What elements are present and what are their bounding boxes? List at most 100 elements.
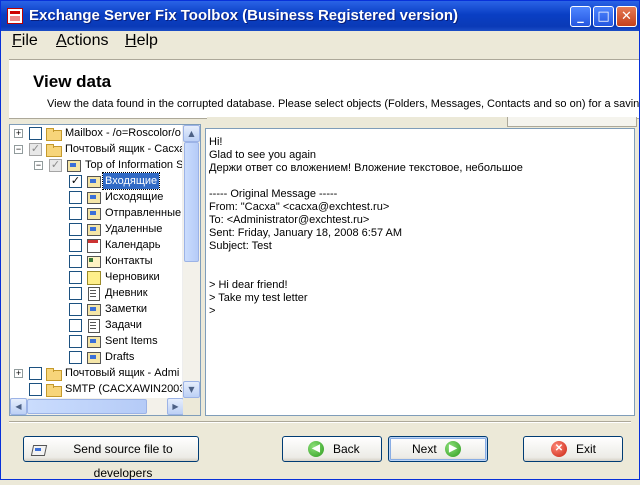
tree-checkbox[interactable] (69, 191, 82, 204)
tree-node-label: Задачи (105, 319, 142, 331)
message-line: Sent: Friday, January 18, 2008 6:57 AM (209, 227, 403, 239)
scroll-thumb[interactable] (184, 142, 199, 262)
message-line: From: "Сасха" <сасха@exchtest.ru> (209, 201, 390, 213)
tree-node-label: Контакты (105, 255, 153, 267)
tree-node-smtp[interactable]: SMTP (CACXAWIN2003- (10, 381, 184, 397)
collapse-icon[interactable]: − (34, 161, 43, 170)
minimize-button[interactable]: _ (570, 6, 591, 27)
tree-node-outbox[interactable]: Исходящие (10, 189, 184, 205)
back-button[interactable]: ◀ Back (282, 436, 382, 462)
message-line: Hi! (209, 136, 223, 148)
scroll-right-icon[interactable]: ▶ (167, 398, 184, 415)
close-button[interactable]: ✕ (616, 6, 637, 27)
tree-node-mailbox-admin[interactable]: + Почтовый ящик - Admi (10, 365, 184, 381)
tree-node-sent-items[interactable]: Sent Items (10, 333, 184, 349)
tree-checkbox[interactable] (69, 319, 82, 332)
expand-icon[interactable]: + (14, 369, 23, 378)
tree-checkbox[interactable] (69, 207, 82, 220)
mailbox-icon (65, 157, 81, 173)
tree-checkbox[interactable] (69, 303, 82, 316)
collapse-icon[interactable]: − (14, 145, 23, 154)
scroll-thumb[interactable] (27, 399, 147, 414)
menu-help[interactable]: Help (125, 32, 158, 50)
tree-checkbox[interactable] (69, 239, 82, 252)
tree-node-mailbox-roscolor[interactable]: + Mailbox - /o=Roscolor/o (10, 125, 184, 141)
exit-button[interactable]: ✕ Exit (523, 436, 623, 462)
inbox-icon (85, 173, 101, 189)
tree-node-inbox[interactable]: ✓ Входящие (10, 172, 184, 190)
notes-folder-icon (85, 301, 101, 317)
tree-checkbox[interactable] (29, 367, 42, 380)
maximize-button[interactable]: □ (593, 6, 614, 27)
folder-tree[interactable]: + Mailbox - /o=Roscolor/o − ✓ Почтовый я… (9, 124, 201, 416)
title-bar[interactable]: Exchange Server Fix Toolbox (Business Re… (1, 1, 639, 31)
tree-node-calendar[interactable]: Календарь (10, 237, 184, 253)
tree-node-deleted[interactable]: Удаленные (10, 221, 184, 237)
message-line: Glad to see you again (209, 149, 317, 161)
send-source-label: Send source file to developers (73, 442, 173, 480)
viewer-header-strip (207, 117, 637, 128)
scroll-corner (183, 398, 200, 415)
arrow-right-icon: ▶ (445, 441, 461, 457)
calendar-icon (85, 237, 101, 253)
tree-node-journal[interactable]: Дневник (10, 285, 184, 301)
outbox-icon (85, 189, 101, 205)
expand-icon[interactable]: + (14, 129, 23, 138)
next-label: Next (412, 442, 437, 456)
tree-vertical-scrollbar[interactable]: ▲ ▼ (182, 125, 200, 398)
tree-checkbox[interactable] (29, 383, 42, 396)
tree-checkbox[interactable]: ✓ (69, 175, 82, 188)
tree-node-label: Исходящие (105, 191, 164, 203)
tree-node-label: Mailbox - /o=Roscolor/o (65, 127, 181, 139)
tree-checkbox[interactable] (29, 127, 42, 140)
tree-node-mailbox-sasha[interactable]: − ✓ Почтовый ящик - Сасха (10, 141, 184, 157)
app-icon (7, 8, 23, 24)
tree-node-label: Drafts (105, 351, 135, 363)
tree-node-label: Заметки (105, 303, 148, 315)
footer-divider (9, 421, 631, 423)
tree-node-label: Входящие (101, 172, 161, 190)
drafts-icon (85, 349, 101, 365)
menu-file[interactable]: File (12, 32, 38, 50)
tree-node-tasks[interactable]: Задачи (10, 317, 184, 333)
scroll-up-icon[interactable]: ▲ (183, 125, 200, 142)
exit-icon: ✕ (551, 441, 567, 457)
tree-content: + Mailbox - /o=Roscolor/o − ✓ Почтовый я… (10, 125, 184, 398)
tree-checkbox[interactable] (69, 271, 82, 284)
tree-node-label: Отправленные (105, 207, 182, 219)
tree-node-label: Почтовый ящик - Admi (65, 367, 180, 379)
folder-icon (45, 125, 62, 141)
message-viewer[interactable]: Hi! Glad to see you again Держи ответ со… (205, 128, 635, 416)
folder-icon (45, 365, 62, 381)
tree-node-notes[interactable]: Заметки (10, 301, 184, 317)
folder-icon (45, 141, 62, 157)
notes-icon (85, 269, 101, 285)
tree-horizontal-scrollbar[interactable]: ◀ ▶ (10, 398, 184, 415)
tree-node-drafts-ru[interactable]: Черновики (10, 269, 184, 285)
tree-node-contacts[interactable]: Контакты (10, 253, 184, 269)
menu-actions[interactable]: Actions (56, 32, 108, 50)
tree-checkbox[interactable]: ✓ (49, 159, 62, 172)
tree-checkbox[interactable] (69, 287, 82, 300)
page-title: View data (33, 72, 112, 91)
menu-bar: File Actions Help (1, 31, 639, 51)
tree-node-label: Черновики (105, 271, 160, 283)
tree-checkbox[interactable] (69, 255, 82, 268)
tree-checkbox[interactable] (69, 223, 82, 236)
message-line: To: <Administrator@exchtest.ru> (209, 214, 370, 226)
tree-checkbox[interactable] (69, 351, 82, 364)
tree-checkbox[interactable] (69, 335, 82, 348)
back-label: Back (333, 442, 360, 456)
tree-node-top-of-information-store[interactable]: − ✓ Top of Information S (10, 157, 184, 173)
tree-node-drafts[interactable]: Drafts (10, 349, 184, 365)
send-source-button[interactable]: Send source file to developers (23, 436, 199, 480)
scroll-down-icon[interactable]: ▼ (183, 381, 200, 398)
scroll-left-icon[interactable]: ◀ (10, 398, 27, 415)
message-line: > Take my test letter (209, 292, 308, 304)
tree-node-sent[interactable]: Отправленные (10, 205, 184, 221)
next-button[interactable]: Next ▶ (388, 436, 488, 462)
tree-checkbox[interactable]: ✓ (29, 143, 42, 156)
window-title: Exchange Server Fix Toolbox (Business Re… (29, 7, 459, 24)
arrow-left-icon: ◀ (308, 441, 324, 457)
wizard-header: View data View the data found in the cor… (9, 59, 639, 119)
